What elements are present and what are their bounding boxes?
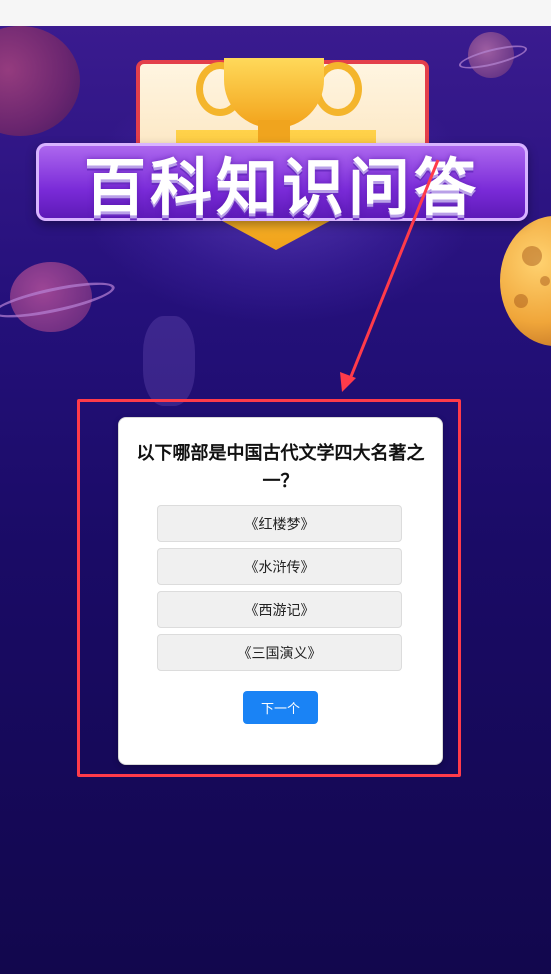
question-text: 以下哪部是中国古代文学四大名著之一？ xyxy=(136,443,425,492)
answer-option[interactable]: 《水浒传》 xyxy=(157,548,402,585)
moon-icon xyxy=(500,216,551,346)
answer-option[interactable]: 《三国演义》 xyxy=(157,634,402,671)
decorative-shape xyxy=(143,316,195,406)
ringed-planet-icon xyxy=(10,262,92,332)
planet-icon xyxy=(0,26,80,136)
ringed-planet-icon xyxy=(468,32,514,78)
next-button[interactable]: 下一个 xyxy=(243,691,318,724)
answer-option[interactable]: 《红楼梦》 xyxy=(157,505,402,542)
quiz-card: 以下哪部是中国古代文学四大名著之一？ 《红楼梦》 《水浒传》 《西游记》 《三国… xyxy=(118,417,443,765)
answer-option[interactable]: 《西游记》 xyxy=(157,591,402,628)
top-status-strip xyxy=(0,0,551,26)
banner-title: 百科知识问答 xyxy=(83,151,480,224)
